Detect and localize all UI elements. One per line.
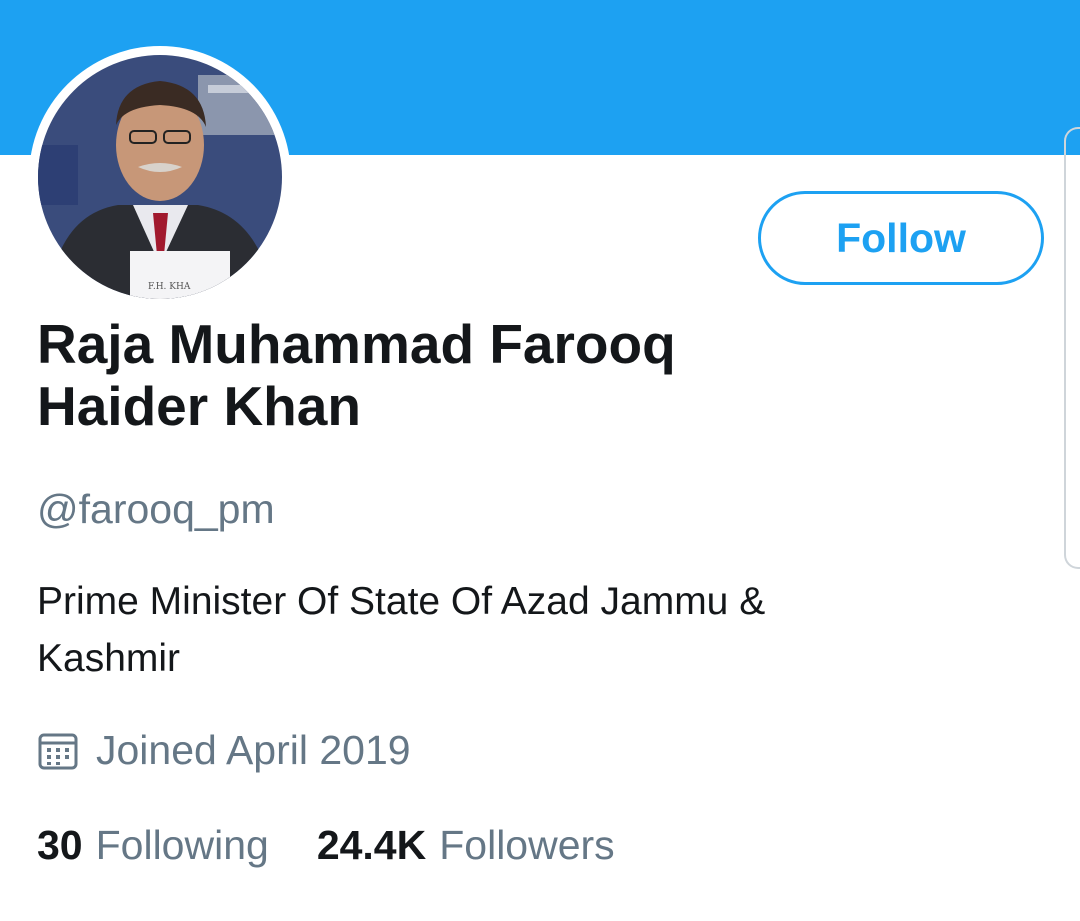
following-count: 30 xyxy=(37,822,83,868)
avatar[interactable]: F.H. KHA xyxy=(29,46,291,308)
scrollbar-edge xyxy=(1064,127,1080,569)
following-label: Following xyxy=(95,822,269,868)
user-handle: @farooq_pm xyxy=(37,486,275,532)
followers-count: 24.4K xyxy=(316,822,427,868)
svg-text:F.H. KHA: F.H. KHA xyxy=(148,282,191,292)
display-name: Raja Muhammad Farooq Haider Khan xyxy=(37,313,676,437)
joined-date-row: Joined April 2019 xyxy=(37,727,411,774)
bio: Prime Minister Of State Of Azad Jammu & … xyxy=(37,580,766,680)
joined-date: Joined April 2019 xyxy=(96,727,411,773)
profile-stats: 30 Following 24.4K Followers xyxy=(37,822,615,869)
avatar-photo: F.H. KHA xyxy=(38,55,282,299)
followers-link[interactable]: 24.4K Followers xyxy=(317,822,615,869)
calendar-icon xyxy=(38,733,78,769)
following-link[interactable]: 30 Following xyxy=(37,822,269,869)
follow-button[interactable]: Follow xyxy=(758,191,1044,285)
followers-label: Followers xyxy=(439,822,615,868)
